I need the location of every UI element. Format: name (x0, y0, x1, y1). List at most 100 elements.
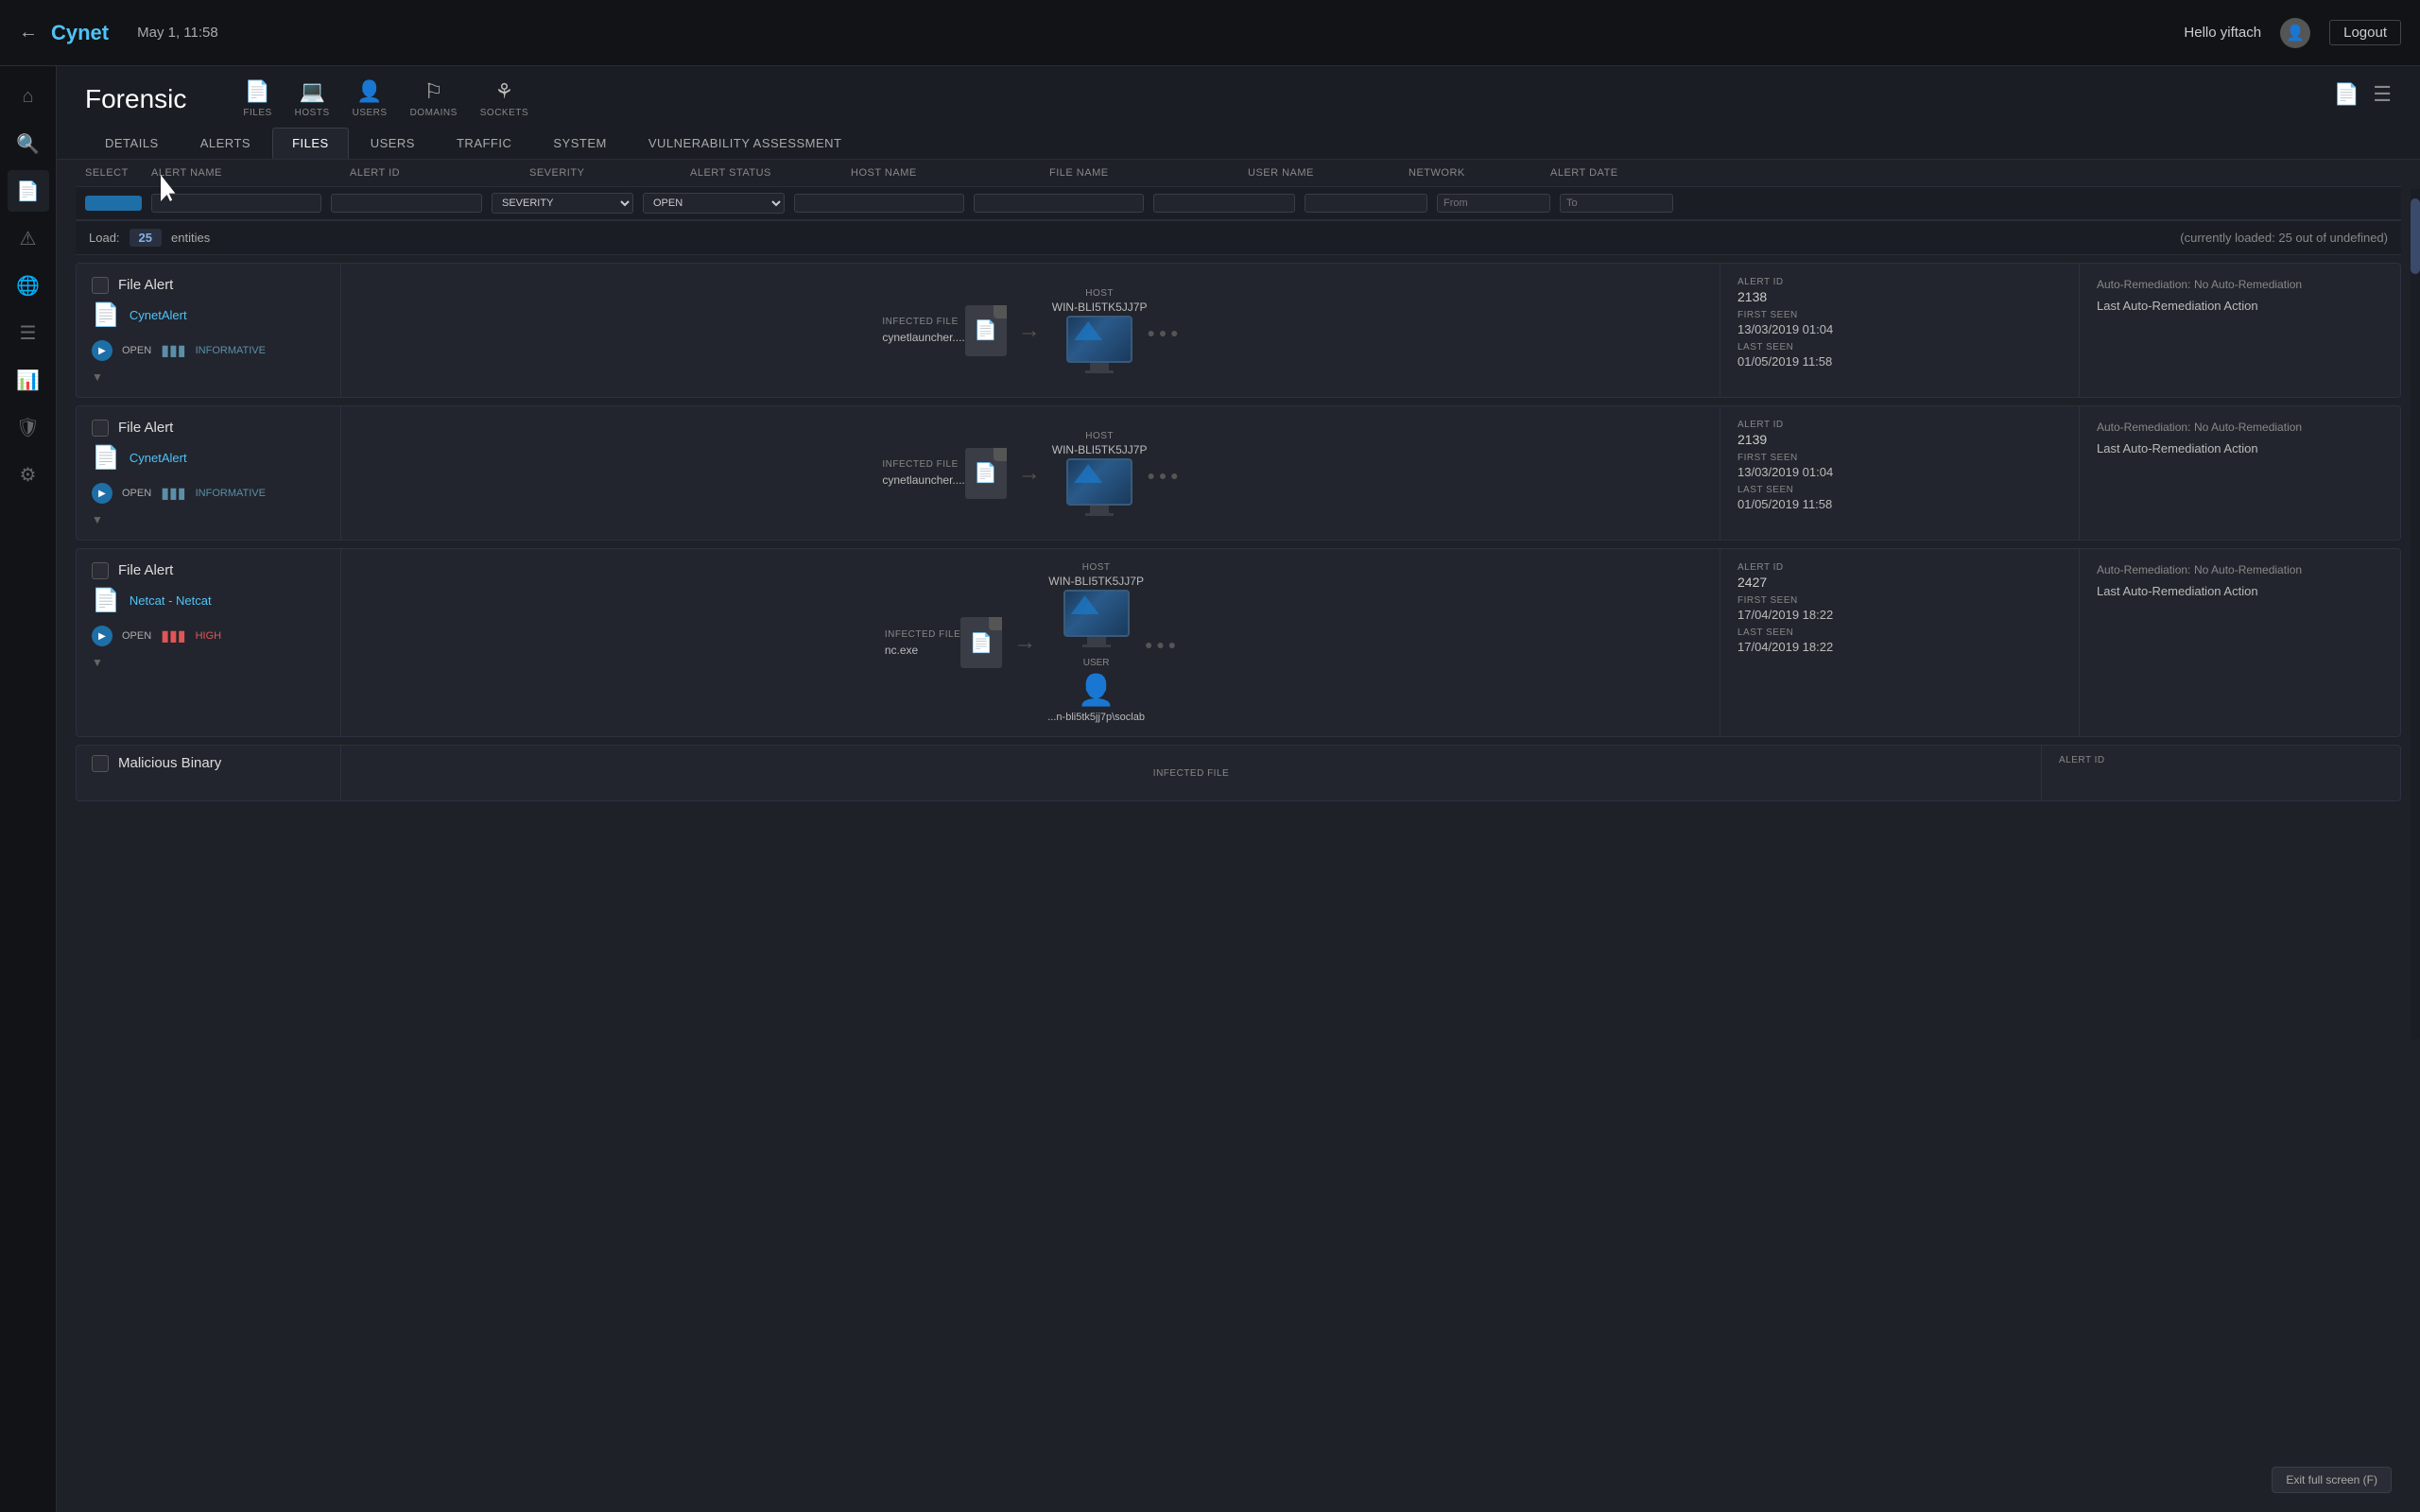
file-doc-2: 📄 (965, 448, 1007, 499)
status-label-3: OPEN (122, 630, 151, 642)
filter-severity[interactable]: SEVERITY (492, 193, 633, 214)
remediation-label-1: Auto-Remediation: (2097, 278, 2190, 291)
sidebar: ⌂ 🔍 📄 ⚠ 🌐 ☰ 📊 🛡 ⚙ (0, 66, 57, 1512)
sidebar-chart[interactable]: 📊 (8, 359, 49, 401)
last-seen-value-1: 01/05/2019 11:58 (1737, 354, 2062, 369)
tab-vulnerability[interactable]: VULNERABILITY ASSESSMENT (629, 128, 862, 159)
filter-user-name[interactable] (1153, 194, 1295, 213)
alert-middle-4: INFECTED FILE (341, 746, 2041, 800)
exit-fullscreen-button[interactable]: Exit full screen (F) (2272, 1467, 2392, 1493)
infected-filename-3: nc.exe (885, 644, 918, 657)
logout-button[interactable]: Logout (2329, 20, 2401, 45)
filter-status[interactable]: OPEN (643, 193, 785, 214)
filter-alert-name[interactable] (151, 194, 321, 213)
expand-dots-3[interactable]: ● ● ● (1145, 637, 1176, 652)
alert-select-2[interactable] (92, 420, 109, 437)
last-seen-label-1: LAST SEEN (1737, 342, 2062, 352)
alert-title-3: File Alert (118, 562, 173, 578)
col-header-user-name: User Name (1248, 167, 1399, 179)
toolbar-domains[interactable]: ⚐ DOMAINS (410, 79, 458, 118)
sidebar-list[interactable]: ☰ (8, 312, 49, 353)
alert-remediation-3: Auto-Remediation: No Auto-Remediation La… (2079, 549, 2400, 736)
top-right-area: Hello yiftach 👤 Logout (2184, 18, 2401, 48)
filter-alert-id[interactable] (331, 194, 482, 213)
col-header-file-name: File Name (1049, 167, 1238, 179)
sidebar-search[interactable]: 🔍 (8, 123, 49, 164)
alert-title-4: Malicious Binary (118, 755, 221, 771)
alert-id-value-3: 2427 (1737, 575, 2062, 590)
sidebar-home[interactable]: ⌂ (8, 76, 49, 117)
table-row[interactable]: File Alert 📄 CynetAlert OPEN ▮▮▮ INFORMA… (76, 405, 2401, 541)
sidebar-shield[interactable]: 🛡 (8, 406, 49, 448)
toolbar-users[interactable]: 👤 USERS (353, 79, 388, 118)
table-header: Select Alert Name Alert ID Severity Aler… (76, 160, 2401, 187)
tab-files[interactable]: FILES (272, 128, 349, 159)
tab-alerts[interactable]: ALERTS (181, 128, 270, 159)
monitor-screen-2 (1066, 458, 1132, 506)
expand-dots-2[interactable]: ● ● ● (1147, 468, 1178, 483)
load-info: (currently loaded: 25 out of undefined) (2180, 231, 2388, 245)
export-excel-icon[interactable]: 📄 (2334, 82, 2360, 107)
alert-id-label-2: ALERT ID (1737, 420, 2062, 430)
load-entities: entities (171, 231, 210, 245)
alert-name-2[interactable]: CynetAlert (130, 451, 187, 465)
monitor-screen-3 (1063, 590, 1130, 637)
alert-name-3[interactable]: Netcat - Netcat (130, 593, 212, 608)
sidebar-forensic[interactable]: 📄 (8, 170, 49, 212)
host-label-3: HOST (1082, 562, 1111, 573)
status-dot-1 (92, 340, 112, 361)
tab-details[interactable]: DETAILS (85, 128, 179, 159)
alert-name-1[interactable]: CynetAlert (130, 308, 187, 322)
expand-dots-1[interactable]: ● ● ● (1147, 325, 1178, 340)
alert-left-3: File Alert 📄 Netcat - Netcat OPEN ▮▮▮ HI… (77, 549, 341, 736)
filter-network[interactable] (1305, 194, 1427, 213)
filter-file-name[interactable] (974, 194, 1144, 213)
host-label-1: HOST (1085, 288, 1114, 299)
alert-remediation-2: Auto-Remediation: No Auto-Remediation La… (2079, 406, 2400, 540)
tab-users[interactable]: USERS (351, 128, 435, 159)
load-bar: Load: 25 entities (currently loaded: 25 … (76, 221, 2401, 255)
datetime: May 1, 11:58 (137, 25, 218, 41)
scrollbar-thumb[interactable] (2411, 198, 2420, 274)
select-all-checkbox[interactable] (85, 196, 142, 211)
alert-right-1: ALERT ID 2138 FIRST SEEN 13/03/2019 01:0… (1720, 264, 2079, 397)
toolbar-files[interactable]: 📄 FILES (243, 79, 271, 118)
remediation-value-3: No Auto-Remediation (2194, 563, 2302, 576)
alert-id-section-2: ALERT ID 2139 (1737, 420, 2062, 447)
alert-select-4[interactable] (92, 755, 109, 772)
alert-select-1[interactable] (92, 277, 109, 294)
monitor-base-3 (1082, 644, 1111, 647)
sidebar-settings[interactable]: ⚙ (8, 454, 49, 495)
filter-date-from[interactable] (1437, 194, 1550, 213)
last-seen-1: LAST SEEN 01/05/2019 11:58 (1737, 342, 2062, 369)
filter-date-to[interactable] (1560, 194, 1673, 213)
alert-middle-3: INFECTED FILE nc.exe 📄 → HOST (341, 549, 1720, 736)
table-row[interactable]: Malicious Binary INFECTED FILE ALERT ID (76, 745, 2401, 801)
col-header-alert-id: Alert ID (350, 167, 520, 179)
table-row[interactable]: File Alert 📄 Netcat - Netcat OPEN ▮▮▮ HI… (76, 548, 2401, 737)
remediation-2: Auto-Remediation: No Auto-Remediation (2097, 420, 2383, 434)
alert-right-2: ALERT ID 2139 FIRST SEEN 13/03/2019 01:0… (1720, 406, 2079, 540)
severity-bars-1: ▮▮▮ (161, 341, 185, 360)
tab-system[interactable]: SYSTEM (533, 128, 626, 159)
toolbar-hosts[interactable]: 💻 HOSTS (295, 79, 330, 118)
last-seen-value-3: 17/04/2019 18:22 (1737, 640, 2062, 654)
chevron-down-3[interactable]: ▼ (92, 656, 325, 669)
columns-icon[interactable]: ☰ (2373, 82, 2392, 107)
chevron-down-1[interactable]: ▼ (92, 370, 325, 384)
sidebar-alerts[interactable]: ⚠ (8, 217, 49, 259)
tab-traffic[interactable]: TRAFFIC (437, 128, 531, 159)
back-button[interactable]: ← (19, 22, 38, 43)
table-row[interactable]: File Alert 📄 CynetAlert OPEN ▮▮▮ INFORMA… (76, 263, 2401, 398)
alert-select-3[interactable] (92, 562, 109, 579)
status-dot-2 (92, 483, 112, 504)
filter-host-name[interactable] (794, 194, 964, 213)
monitor-stand-2 (1090, 506, 1109, 513)
load-count[interactable]: 25 (130, 229, 162, 247)
sidebar-network[interactable]: 🌐 (8, 265, 49, 306)
last-seen-value-2: 01/05/2019 11:58 (1737, 497, 2062, 511)
infected-label-2: INFECTED FILE (882, 459, 958, 470)
toolbar-sockets[interactable]: ⚘ SOCKETS (480, 79, 528, 118)
alert-badges-2: OPEN ▮▮▮ INFORMATIVE (92, 483, 325, 504)
chevron-down-2[interactable]: ▼ (92, 513, 325, 526)
